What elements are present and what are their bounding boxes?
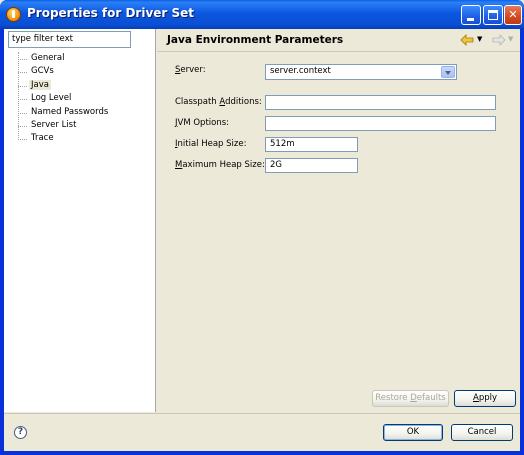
maximize-icon: [488, 10, 498, 20]
tree-item-label: General: [31, 53, 65, 63]
max-heap-input[interactable]: 2G: [265, 158, 358, 173]
dialog-window: Properties for Driver Set ✕ type filter …: [0, 0, 524, 455]
forward-history-dropdown-icon: ▼: [508, 35, 514, 43]
page-title: Java Environment Parameters: [167, 34, 344, 46]
restore-defaults-label-text: efaults: [416, 393, 446, 403]
title-bar[interactable]: Properties for Driver Set ✕: [0, 0, 524, 29]
apply-button[interactable]: Apply: [454, 390, 516, 407]
preference-tree-panel: type filter text General GCVs Java Log L…: [4, 29, 156, 412]
help-icon[interactable]: ?: [14, 426, 27, 439]
classpath-additions-input[interactable]: [265, 95, 496, 110]
tree-item-gcvs[interactable]: GCVs: [18, 65, 110, 78]
server-select-value: server.context: [270, 66, 331, 76]
back-history-dropdown-icon[interactable]: ▼: [477, 35, 482, 43]
initial-heap-input[interactable]: 512m: [265, 137, 358, 152]
restore-defaults-label-prefix: Restore: [375, 393, 411, 403]
tree-item-named-passwords[interactable]: Named Passwords: [18, 106, 110, 119]
tree-item-general[interactable]: General: [18, 52, 110, 65]
filter-input[interactable]: type filter text: [8, 31, 131, 48]
cancel-button[interactable]: Cancel: [451, 424, 513, 441]
tree-item-log-level[interactable]: Log Level: [18, 92, 110, 105]
preference-tree: General GCVs Java Log Level Named Passwo…: [18, 52, 110, 146]
page-header: Java Environment Parameters ▼ ▼: [157, 29, 520, 52]
jvm-options-label-text: VM Options:: [177, 118, 230, 128]
tree-item-server-list[interactable]: Server List: [18, 119, 110, 132]
initial-heap-label: Initial Heap Size:: [175, 139, 246, 149]
minimize-icon: [467, 18, 474, 21]
app-icon: [6, 7, 21, 22]
dialog-client: type filter text General GCVs Java Log L…: [4, 29, 520, 451]
ok-button[interactable]: OK: [383, 424, 443, 441]
jvm-options-input[interactable]: [265, 116, 496, 131]
server-select[interactable]: server.context: [265, 64, 457, 80]
window-title: Properties for Driver Set: [27, 6, 195, 20]
classpath-label-prefix: Classpath: [175, 97, 220, 107]
chevron-down-icon[interactable]: [441, 66, 455, 78]
tree-item-label: Java: [29, 79, 51, 90]
button-bar-separator: [4, 413, 520, 414]
apply-label-text: pply: [478, 393, 497, 403]
tree-item-java[interactable]: Java: [18, 79, 110, 92]
back-arrow-icon[interactable]: [460, 34, 474, 46]
max-heap-label: Maximum Heap Size:: [175, 160, 265, 170]
tree-item-label: Server List: [31, 119, 77, 130]
tree-item-label: Named Passwords: [31, 106, 109, 117]
tree-item-label: GCVs: [31, 66, 54, 77]
preference-page: Java Environment Parameters ▼ ▼ Server: …: [157, 29, 520, 412]
max-heap-label-text: aximum Heap Size:: [182, 160, 265, 170]
initial-heap-label-text: nitial Heap Size:: [177, 139, 247, 149]
maximize-button[interactable]: [483, 5, 503, 25]
minimize-button[interactable]: [461, 5, 481, 25]
jvm-options-label: JVM Options:: [175, 118, 229, 128]
forward-arrow-icon: [492, 34, 506, 46]
restore-defaults-button[interactable]: Restore Defaults: [372, 390, 449, 407]
server-label: Server:: [175, 65, 206, 75]
classpath-label: Classpath Additions:: [175, 97, 262, 107]
close-button[interactable]: ✕: [504, 5, 522, 25]
tree-item-trace[interactable]: Trace: [18, 132, 110, 145]
tree-item-label: Log Level: [31, 93, 72, 104]
close-icon: ✕: [508, 8, 518, 21]
server-label-text: erver:: [180, 65, 206, 75]
classpath-label-text: dditions:: [225, 97, 262, 107]
tree-item-label: Trace: [31, 133, 54, 144]
